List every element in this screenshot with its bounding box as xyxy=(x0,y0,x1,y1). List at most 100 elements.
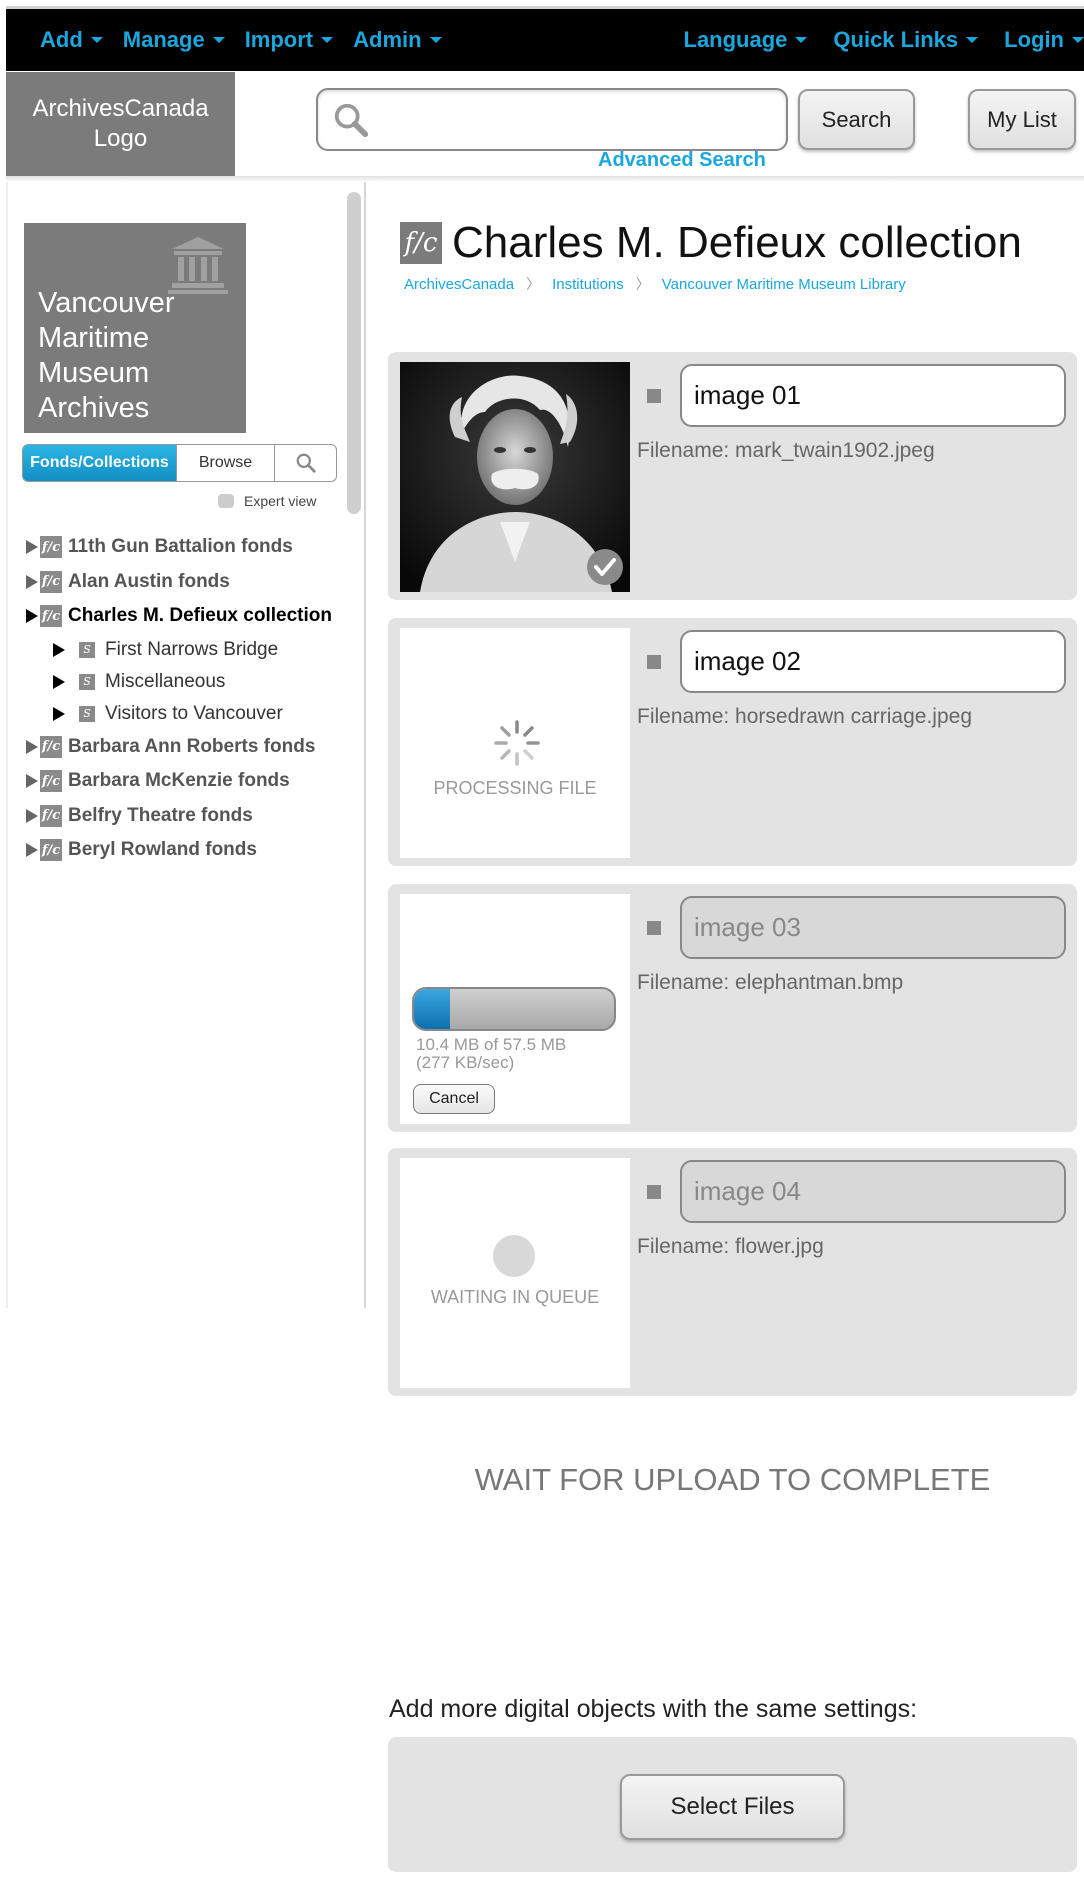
upload-progress-size: 10.4 MB of 57.5 MB xyxy=(416,1035,567,1054)
expand-arrow-icon[interactable] xyxy=(53,706,65,721)
fonds-collection-icon: f/c xyxy=(40,735,62,758)
expert-view-toggle[interactable]: Expert view xyxy=(218,493,316,509)
check-circle-icon xyxy=(587,549,623,585)
tree-item-label: Beryl Rowland fonds xyxy=(68,839,257,861)
sidebar-scrollbar[interactable] xyxy=(347,192,361,514)
institution-block[interactable]: Vancouver Maritime Museum Archives xyxy=(24,223,246,433)
select-checkbox[interactable] xyxy=(647,389,661,403)
tree-item[interactable]: f/c 11th Gun Battalion fonds xyxy=(26,530,356,565)
tree-item[interactable]: f/c Alan Austin fonds xyxy=(26,565,356,600)
filename-label: Filename: mark_twain1902.jpeg xyxy=(637,439,935,462)
breadcrumb-chevron-icon: 〉 xyxy=(526,276,541,292)
select-checkbox[interactable] xyxy=(647,921,661,935)
expand-arrow-icon[interactable] xyxy=(26,774,38,789)
menu-quick-links[interactable]: Quick Links xyxy=(833,27,979,53)
expand-arrow-icon[interactable] xyxy=(26,609,38,624)
cancel-button[interactable]: Cancel xyxy=(413,1084,495,1114)
top-nav-right: Language Quick Links Login xyxy=(658,9,1084,71)
tab-browse[interactable]: Browse xyxy=(177,445,275,481)
expert-view-checkbox[interactable] xyxy=(218,494,234,508)
series-icon: S xyxy=(79,673,95,690)
menu-language[interactable]: Language xyxy=(684,27,808,53)
expert-view-label: Expert view xyxy=(244,493,317,509)
top-nav-left: Add Manage Import Admin xyxy=(40,9,462,71)
tree-item[interactable]: f/c Belfry Theatre fonds xyxy=(26,799,356,834)
expand-arrow-icon[interactable] xyxy=(26,808,38,823)
tree-item[interactable]: f/c Barbara McKenzie fonds xyxy=(26,764,356,799)
tree-item-series[interactable]: S Visitors to Vancouver xyxy=(26,698,356,730)
chevron-down-icon xyxy=(321,37,334,43)
wait-message: WAIT FOR UPLOAD TO COMPLETE xyxy=(474,1462,991,1497)
tree-item[interactable]: f/c Beryl Rowland fonds xyxy=(26,833,356,868)
select-files-button[interactable]: Select Files xyxy=(620,1774,845,1840)
upload-card: image 01 Filename: mark_twain1902.jpeg xyxy=(388,352,1077,600)
upload-card: PROCESSING FILE image 02 Filename: horse… xyxy=(388,618,1077,866)
fonds-collection-icon: f/c xyxy=(40,605,62,628)
sidebar-left-divider xyxy=(6,182,8,1308)
upload-card: 10.4 MB of 57.5 MB (277 KB/sec) Cancel i… xyxy=(388,884,1077,1132)
search-icon xyxy=(334,103,369,138)
site-logo[interactable]: ArchivesCanada Logo xyxy=(6,72,235,176)
advanced-search-link[interactable]: Advanced Search xyxy=(598,149,766,172)
menu-manage[interactable]: Manage xyxy=(123,27,225,53)
breadcrumb-link[interactable]: Institutions xyxy=(552,276,624,293)
filename-label: Filename: horsedrawn carriage.jpeg xyxy=(637,705,973,728)
expand-arrow-icon[interactable] xyxy=(26,843,38,858)
filename-label: Filename: elephantman.bmp xyxy=(637,971,904,994)
sidebar-divider xyxy=(364,182,366,1308)
queue-dot-icon xyxy=(493,1235,535,1277)
my-list-button[interactable]: My List xyxy=(968,89,1076,150)
collection-tree: f/c 11th Gun Battalion fonds f/c Alan Au… xyxy=(26,530,356,868)
tree-item-label: Alan Austin fonds xyxy=(68,570,230,592)
fonds-collection-icon: f/c xyxy=(40,839,62,862)
tree-item-label: Visitors to Vancouver xyxy=(105,702,283,724)
tree-item-label: First Narrows Bridge xyxy=(105,638,279,660)
title-input[interactable]: image 04 xyxy=(680,1160,1066,1223)
title-input[interactable]: image 02 xyxy=(680,630,1066,693)
menu-manage-label: Manage xyxy=(122,27,205,52)
chevron-down-icon xyxy=(212,37,225,43)
page-title: f/c Charles M. Defieux collection xyxy=(400,218,1022,268)
institution-building-icon xyxy=(168,237,228,294)
tab-fonds-collections[interactable]: Fonds/Collections xyxy=(23,445,177,481)
search-button[interactable]: Search xyxy=(798,89,915,150)
fonds-collection-icon: f/c xyxy=(40,536,62,559)
title-input[interactable]: image 03 xyxy=(680,896,1066,959)
institution-name: Vancouver Maritime Museum Archives xyxy=(38,287,175,424)
filename-label: Filename: flower.jpg xyxy=(637,1235,824,1258)
breadcrumb-link[interactable]: ArchivesCanada xyxy=(404,276,514,293)
menu-add[interactable]: Add xyxy=(40,27,103,53)
menu-import[interactable]: Import xyxy=(244,27,334,53)
page-title-text: Charles M. Defieux collection xyxy=(452,218,1022,267)
upload-progress-bar xyxy=(412,987,616,1031)
sidebar-tabs: Fonds/Collections Browse xyxy=(22,444,337,482)
expand-arrow-icon[interactable] xyxy=(26,574,38,589)
menu-language-label: Language xyxy=(683,27,788,52)
add-more-label: Add more digital objects with the same s… xyxy=(389,1695,918,1723)
tree-item[interactable]: f/c Barbara Ann Roberts fonds xyxy=(26,730,356,765)
menu-login[interactable]: Login xyxy=(1004,27,1084,53)
upload-progress-text: 10.4 MB of 57.5 MB (277 KB/sec) xyxy=(416,1036,566,1072)
site-logo-text: ArchivesCanada Logo xyxy=(32,95,209,152)
series-icon: S xyxy=(79,705,95,722)
select-checkbox[interactable] xyxy=(647,655,661,669)
tree-item-current[interactable]: f/c Charles M. Defieux collection xyxy=(26,599,356,634)
select-files-panel: Select Files xyxy=(388,1737,1077,1872)
menu-import-label: Import xyxy=(244,27,314,52)
breadcrumb-link[interactable]: Vancouver Maritime Museum Library xyxy=(662,276,906,293)
expand-arrow-icon[interactable] xyxy=(26,739,38,754)
expand-arrow-icon[interactable] xyxy=(53,642,65,657)
menu-add-label: Add xyxy=(40,27,83,52)
series-icon: S xyxy=(79,641,95,658)
expand-arrow-icon[interactable] xyxy=(53,674,65,689)
title-input[interactable]: image 01 xyxy=(680,364,1066,427)
expand-arrow-icon[interactable] xyxy=(26,540,38,555)
menu-admin-label: Admin xyxy=(353,27,422,52)
select-checkbox[interactable] xyxy=(647,1185,661,1199)
fonds-collection-icon: f/c xyxy=(400,222,442,264)
tree-item-series[interactable]: S First Narrows Bridge xyxy=(26,634,356,666)
menu-admin[interactable]: Admin xyxy=(353,27,442,53)
search-input[interactable] xyxy=(316,88,788,151)
tree-item-series[interactable]: S Miscellaneous xyxy=(26,666,356,698)
tab-search[interactable] xyxy=(275,445,336,481)
